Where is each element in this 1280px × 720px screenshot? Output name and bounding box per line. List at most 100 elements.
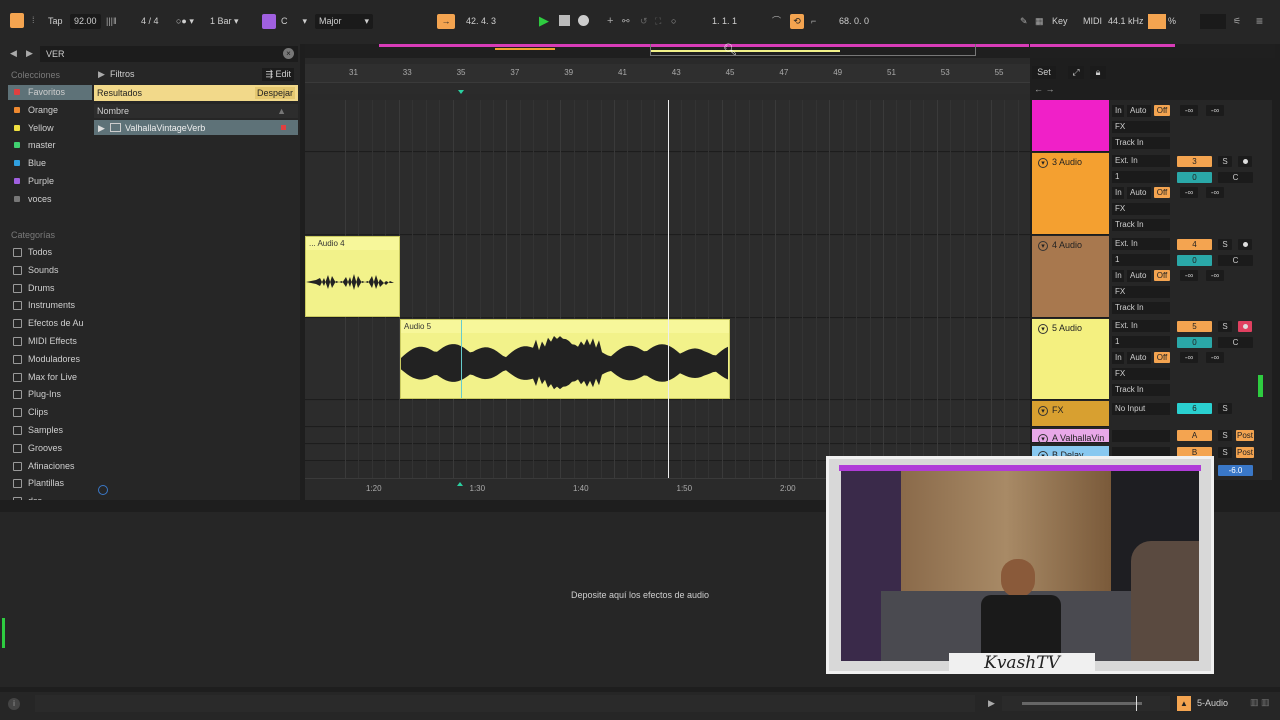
return-activator[interactable]: A: [1177, 430, 1212, 441]
clear-search-icon[interactable]: ×: [283, 48, 294, 59]
collection-item[interactable]: voces: [8, 192, 92, 207]
master-volume-field[interactable]: -6.0: [1218, 465, 1253, 476]
beat-ruler[interactable]: [305, 64, 1030, 82]
solo-button[interactable]: S: [1218, 156, 1232, 167]
category-item[interactable]: Afinaciones: [8, 459, 92, 474]
volume-field[interactable]: 0: [1177, 172, 1212, 183]
time-signature-field[interactable]: 4 / 4: [141, 14, 159, 29]
pan-field[interactable]: C: [1218, 255, 1253, 266]
category-item[interactable]: Max for Live: [8, 370, 92, 385]
tap-button[interactable]: Tap: [48, 14, 63, 29]
send-b-value[interactable]: -∞: [1206, 352, 1224, 363]
overview-bar[interactable]: [305, 44, 1030, 58]
track-fold-icon[interactable]: ▾: [1038, 324, 1048, 334]
session-record-icon[interactable]: ○: [671, 14, 676, 29]
category-item[interactable]: Drums: [8, 281, 92, 296]
send-b-value[interactable]: -∞: [1206, 187, 1224, 198]
clear-results-button[interactable]: Despejar: [254, 87, 295, 99]
scale-dropdown[interactable]: Major ▾: [315, 14, 373, 29]
follow-button-icon[interactable]: →: [437, 14, 455, 29]
record-icon[interactable]: [578, 15, 589, 26]
key-map-button[interactable]: Key: [1052, 14, 1068, 29]
loop-toggle-icon[interactable]: ⟲: [790, 14, 804, 29]
monitor-off-button[interactable]: Off: [1154, 187, 1170, 198]
monitor-off-button[interactable]: Off: [1154, 352, 1170, 363]
arm-button[interactable]: [1238, 321, 1252, 332]
category-item[interactable]: Samples: [8, 423, 92, 438]
track-activator[interactable]: 5: [1177, 321, 1212, 332]
arm-button[interactable]: [1238, 156, 1252, 167]
send-a-value[interactable]: -∞: [1180, 352, 1198, 363]
input-channel-dropdown[interactable]: FX: [1112, 121, 1170, 133]
input-channel-dropdown[interactable]: 1: [1112, 254, 1170, 266]
track-activator[interactable]: 3: [1177, 156, 1212, 167]
back-arrow-icon[interactable]: ◀: [10, 48, 17, 59]
output-dropdown[interactable]: Track In: [1112, 302, 1170, 314]
quantize-dropdown[interactable]: 1 Bar ▾: [210, 14, 239, 29]
monitor-auto-button[interactable]: Auto: [1127, 270, 1151, 282]
output-dropdown[interactable]: Track In: [1112, 384, 1170, 396]
warp-marker[interactable]: [461, 320, 462, 398]
solo-button[interactable]: S: [1218, 239, 1232, 250]
mixer-toggle-icon[interactable]: ⚟: [1233, 14, 1241, 29]
input-channel-dropdown[interactable]: FX: [1112, 203, 1170, 215]
output-dropdown[interactable]: Track In: [1112, 219, 1170, 231]
track-fold-icon[interactable]: ▾: [1038, 406, 1048, 416]
input-type-dropdown[interactable]: No Input: [1112, 403, 1170, 415]
punch-out-icon[interactable]: ⌐: [811, 14, 816, 29]
input-type-dropdown[interactable]: Ext. In: [1112, 155, 1170, 167]
monitor-in-button[interactable]: In: [1112, 187, 1124, 199]
send-a-value[interactable]: -∞: [1180, 187, 1198, 198]
forward-arrow-icon[interactable]: ▶: [26, 48, 33, 59]
info-icon[interactable]: i: [8, 698, 20, 710]
solo-button[interactable]: S: [1218, 403, 1232, 414]
collection-item[interactable]: Purple: [8, 174, 92, 189]
solo-button[interactable]: S: [1218, 447, 1232, 458]
track-fold-icon[interactable]: ▾: [1038, 241, 1048, 251]
clip-play-icon[interactable]: ▶: [988, 698, 995, 709]
loop-length-display[interactable]: 68. 0. 0: [839, 14, 869, 29]
category-item[interactable]: Grooves: [8, 441, 92, 456]
input-channel-dropdown[interactable]: FX: [1112, 286, 1170, 298]
keyboard-icon[interactable]: ▦: [1035, 14, 1044, 29]
key-dropdown[interactable]: C ▾: [281, 14, 307, 29]
back-to-arrangement-icon[interactable]: ↺: [640, 14, 648, 29]
automation-arm-icon[interactable]: ⚯: [622, 14, 630, 29]
scale-mode-icon[interactable]: [262, 14, 276, 29]
track-header[interactable]: ▾ 3 Audio: [1032, 153, 1109, 235]
category-item[interactable]: Plantillas: [8, 476, 92, 491]
post-toggle[interactable]: Post: [1236, 447, 1254, 458]
collection-item[interactable]: Orange: [8, 103, 92, 118]
track-fold-icon[interactable]: ▾: [1038, 434, 1048, 444]
input-channel-dropdown[interactable]: 1: [1112, 171, 1170, 183]
send-a-value[interactable]: -∞: [1180, 105, 1198, 116]
track-header[interactable]: ▾ 4 Audio: [1032, 236, 1109, 318]
play-icon[interactable]: ▶: [539, 13, 549, 28]
result-row[interactable]: ▶ ValhallaVintageVerb: [94, 120, 298, 135]
loop-brace[interactable]: [305, 82, 1030, 94]
prev-locator-icon[interactable]: ← →: [1034, 84, 1055, 94]
cue-marker-icon[interactable]: [458, 90, 464, 94]
track-header[interactable]: ▾ 5 Audio: [1032, 319, 1109, 400]
monitor-off-button[interactable]: Off: [1154, 105, 1170, 116]
monitor-auto-button[interactable]: Auto: [1127, 105, 1151, 117]
edit-button[interactable]: ⇶ Edit: [262, 68, 294, 81]
collection-item[interactable]: Yellow: [8, 121, 92, 136]
collection-item[interactable]: master: [8, 138, 92, 153]
track-fold-icon[interactable]: ▾: [1038, 158, 1048, 168]
input-type-dropdown[interactable]: Ext. In: [1112, 320, 1170, 332]
pan-field[interactable]: C: [1218, 172, 1253, 183]
expand-icon[interactable]: ▶: [98, 123, 105, 134]
input-channel-dropdown[interactable]: FX: [1112, 368, 1170, 380]
preview-icon[interactable]: [98, 485, 108, 495]
monitor-in-button[interactable]: In: [1112, 105, 1124, 117]
name-column-header[interactable]: Nombre ▲: [94, 104, 298, 118]
audio-clip[interactable]: ... Audio 4: [305, 236, 400, 317]
category-item[interactable]: MIDI Effects: [8, 334, 92, 349]
metronome-icon[interactable]: |||‖: [106, 14, 117, 29]
monitor-in-button[interactable]: In: [1112, 352, 1124, 364]
track-header[interactable]: ▾ FX: [1032, 401, 1109, 427]
filters-label[interactable]: Filtros: [110, 69, 135, 79]
category-item[interactable]: Moduladores: [8, 352, 92, 367]
stop-icon[interactable]: [559, 15, 570, 26]
